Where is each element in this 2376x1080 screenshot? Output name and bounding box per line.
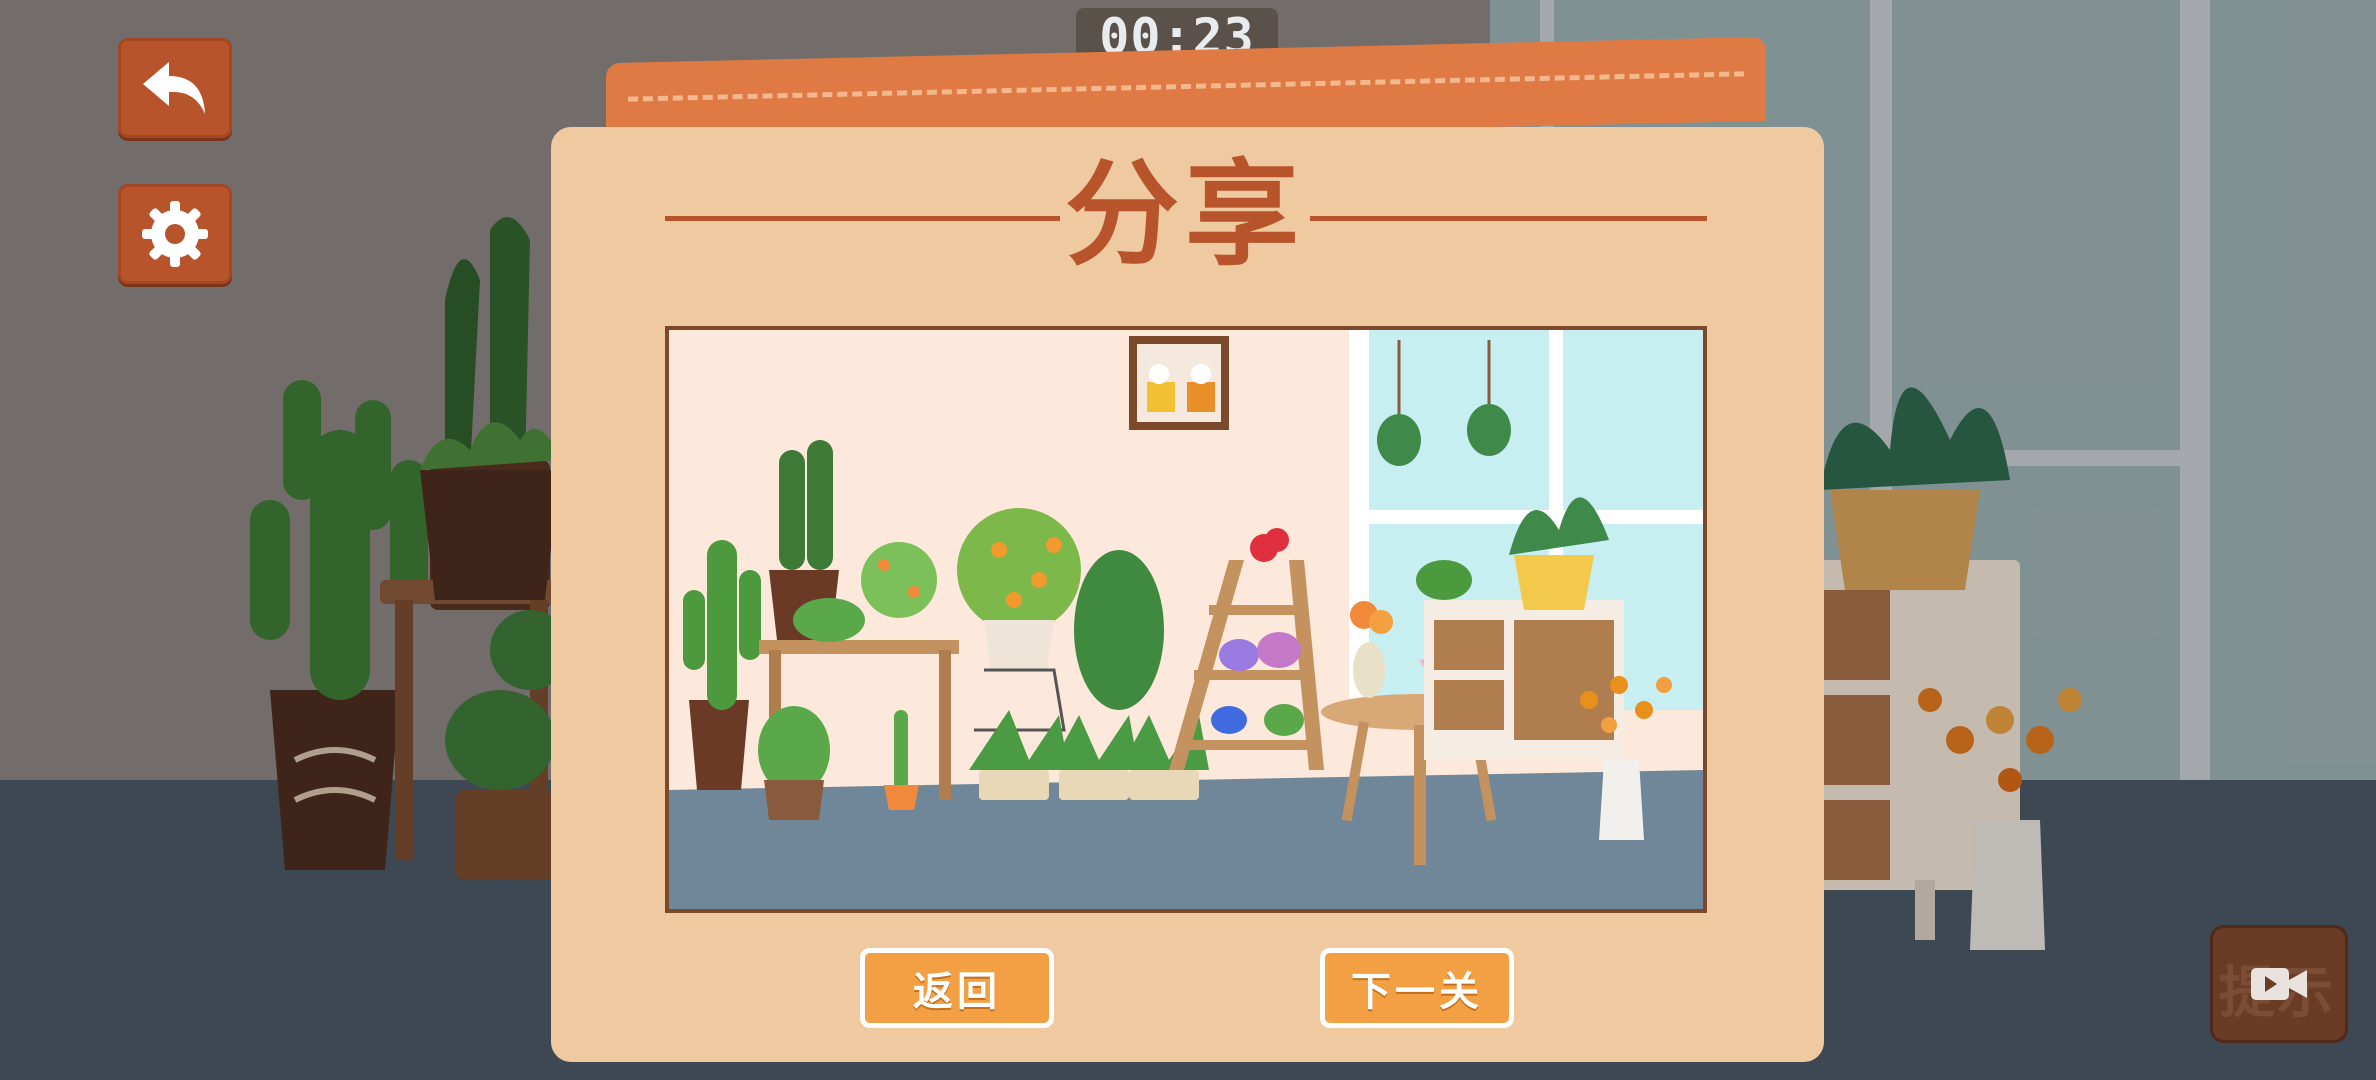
wall-flower-frame [1129,336,1229,430]
decorated-room-illustration [669,330,1703,909]
video-camera-icon [2251,968,2307,1000]
next-level-button[interactable]: 下一关 [1320,948,1514,1028]
back-button[interactable] [118,38,232,138]
return-button[interactable]: 返回 [860,948,1054,1028]
dialog-title: 分享 [1064,148,1305,281]
hint-button[interactable]: 提示 [2210,925,2348,1043]
gear-icon [142,201,208,267]
title-divider-left [665,216,1060,221]
share-preview-image [665,326,1707,913]
title-divider-right [1310,216,1707,221]
undo-arrow-icon [143,62,205,114]
settings-button[interactable] [118,184,232,284]
